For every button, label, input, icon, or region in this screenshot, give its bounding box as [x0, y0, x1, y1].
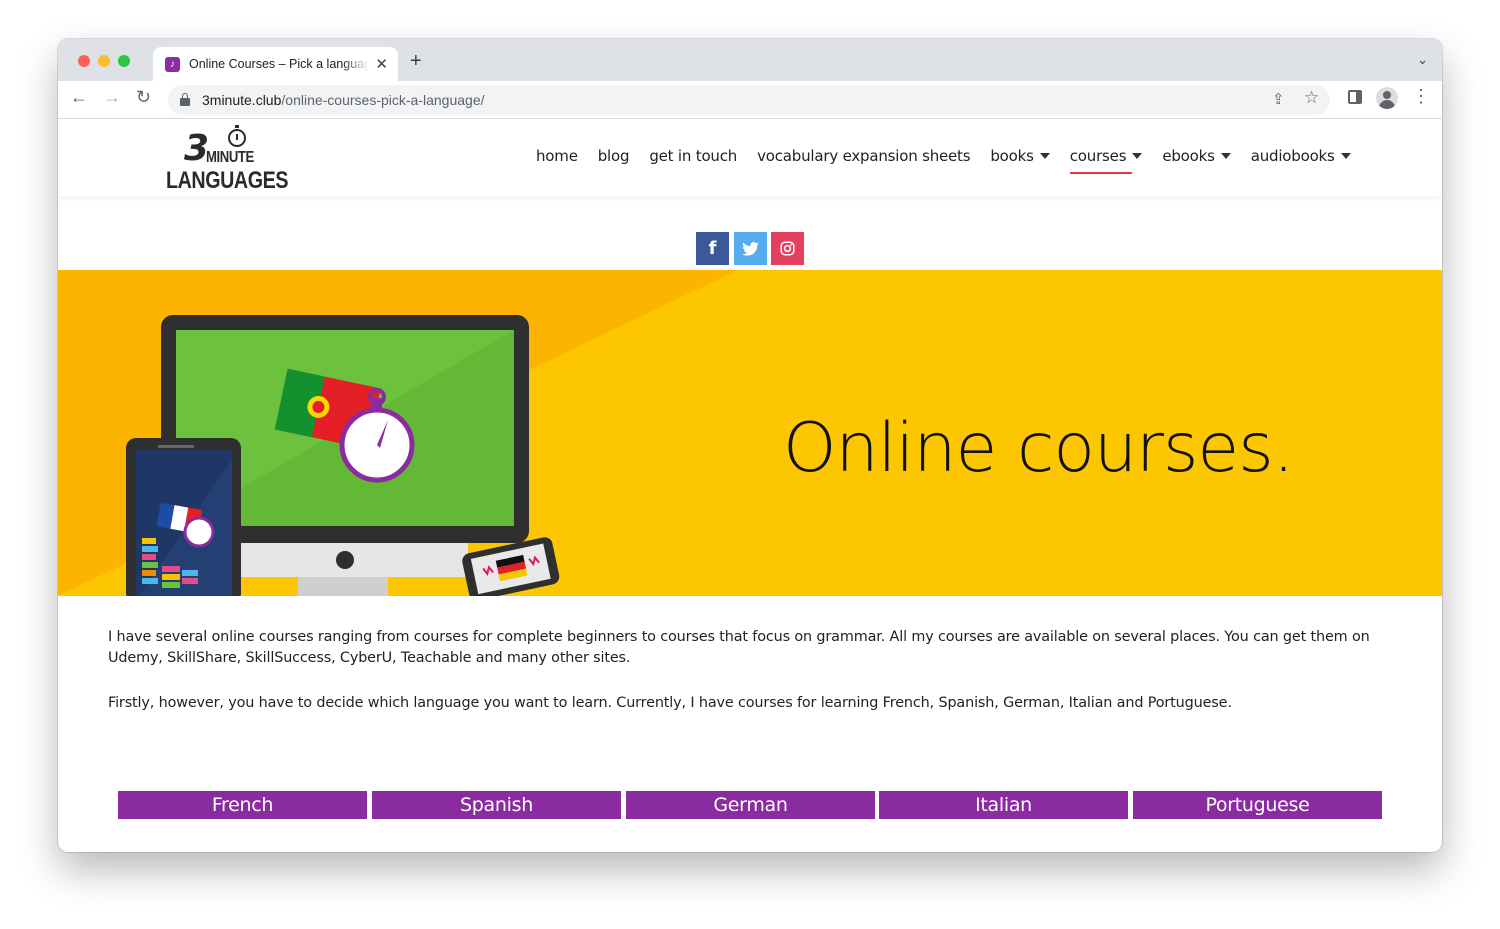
- share-icon[interactable]: ⇪: [1272, 90, 1285, 108]
- star-icon[interactable]: ☆: [1304, 88, 1319, 108]
- nav-label: vocabulary expansion sheets: [757, 147, 971, 165]
- nav-courses[interactable]: courses: [1069, 147, 1143, 174]
- nav-label: courses: [1069, 147, 1127, 165]
- browser-toolbar: ← → ↻ 3minute.club/online-courses-pick-a…: [58, 81, 1442, 119]
- caret-down-icon: [1340, 153, 1351, 159]
- forward-arrow-icon[interactable]: →: [103, 87, 121, 108]
- german-button[interactable]: German: [626, 791, 875, 819]
- spanish-button[interactable]: Spanish: [372, 791, 621, 819]
- nav-ebooks[interactable]: ebooks: [1162, 147, 1231, 165]
- new-tab-button[interactable]: +: [410, 50, 422, 73]
- nav-audiobooks[interactable]: audiobooks: [1251, 147, 1351, 165]
- hero-title: Online courses.: [783, 409, 1294, 488]
- url-path: /online-courses-pick-a-language/: [281, 92, 485, 108]
- instagram-icon: [780, 241, 795, 256]
- french-button[interactable]: French: [118, 791, 367, 819]
- nav-blog[interactable]: blog: [598, 147, 630, 165]
- minimize-window-button[interactable]: [98, 55, 110, 67]
- nav-label: ebooks: [1162, 147, 1215, 165]
- caret-down-icon: [1220, 153, 1231, 159]
- lock-icon[interactable]: [180, 92, 190, 106]
- site-header: 3 MINUTE LANGUAGES home blog get in touc…: [58, 119, 1442, 196]
- nav-get-in-touch[interactable]: get in touch: [649, 147, 737, 165]
- nav-books[interactable]: books: [990, 147, 1050, 165]
- nav-label: audiobooks: [1250, 147, 1335, 165]
- url-text[interactable]: 3minute.club/online-courses-pick-a-langu…: [202, 92, 485, 108]
- maximize-window-button[interactable]: [118, 55, 130, 67]
- main-nav: home blog get in touch vocabulary expans…: [536, 147, 1351, 174]
- reload-icon[interactable]: ↻: [136, 87, 151, 108]
- chevron-down-icon[interactable]: ⌄: [1417, 52, 1428, 68]
- stopwatch-icon: [228, 125, 246, 147]
- profile-avatar-icon[interactable]: [1376, 87, 1398, 109]
- close-window-button[interactable]: [78, 55, 90, 67]
- side-panel-icon[interactable]: [1348, 90, 1362, 104]
- intro-paragraph: I have several online courses ranging fr…: [108, 629, 1370, 666]
- nav-home[interactable]: home: [536, 147, 578, 165]
- caret-down-icon: [1132, 153, 1143, 159]
- tab-title: Online Courses – Pick a language: [189, 57, 369, 71]
- logo-word-minute: MINUTE: [206, 149, 254, 166]
- choose-language-paragraph: Firstly, however, you have to decide whi…: [108, 695, 1232, 711]
- nav-vocabulary-expansion-sheets[interactable]: vocabulary expansion sheets: [757, 147, 970, 165]
- address-bar[interactable]: 3minute.club/online-courses-pick-a-langu…: [168, 85, 1330, 115]
- site-logo[interactable]: 3 MINUTE LANGUAGES: [166, 125, 288, 194]
- caret-down-icon: [1039, 153, 1050, 159]
- favicon-icon: ♪: [165, 57, 180, 72]
- twitter-icon: [742, 242, 759, 256]
- portuguese-button[interactable]: Portuguese: [1133, 791, 1382, 819]
- nav-label: home: [536, 147, 578, 165]
- nav-label: get in touch: [649, 147, 738, 165]
- browser-window: ♪ Online Courses – Pick a language ✕ + ⌄…: [58, 39, 1442, 852]
- tab-strip: ♪ Online Courses – Pick a language ✕ + ⌄: [58, 39, 1442, 81]
- url-host: 3minute.club: [202, 92, 282, 108]
- facebook-button[interactable]: f: [696, 232, 729, 265]
- nav-label: blog: [597, 147, 630, 165]
- twitter-button[interactable]: [734, 232, 767, 265]
- logo-word-languages: LANGUAGES: [166, 167, 289, 194]
- hero-banner: Online courses.: [58, 270, 1442, 596]
- nav-label: books: [990, 147, 1034, 165]
- italian-button[interactable]: Italian: [879, 791, 1128, 819]
- facebook-icon: f: [708, 238, 717, 259]
- tab-online-courses[interactable]: ♪ Online Courses – Pick a language ✕: [153, 47, 398, 81]
- kebab-menu-icon[interactable]: ⋮: [1412, 86, 1430, 107]
- instagram-button[interactable]: [771, 232, 804, 265]
- back-arrow-icon[interactable]: ←: [70, 87, 88, 108]
- close-icon[interactable]: ✕: [375, 55, 388, 73]
